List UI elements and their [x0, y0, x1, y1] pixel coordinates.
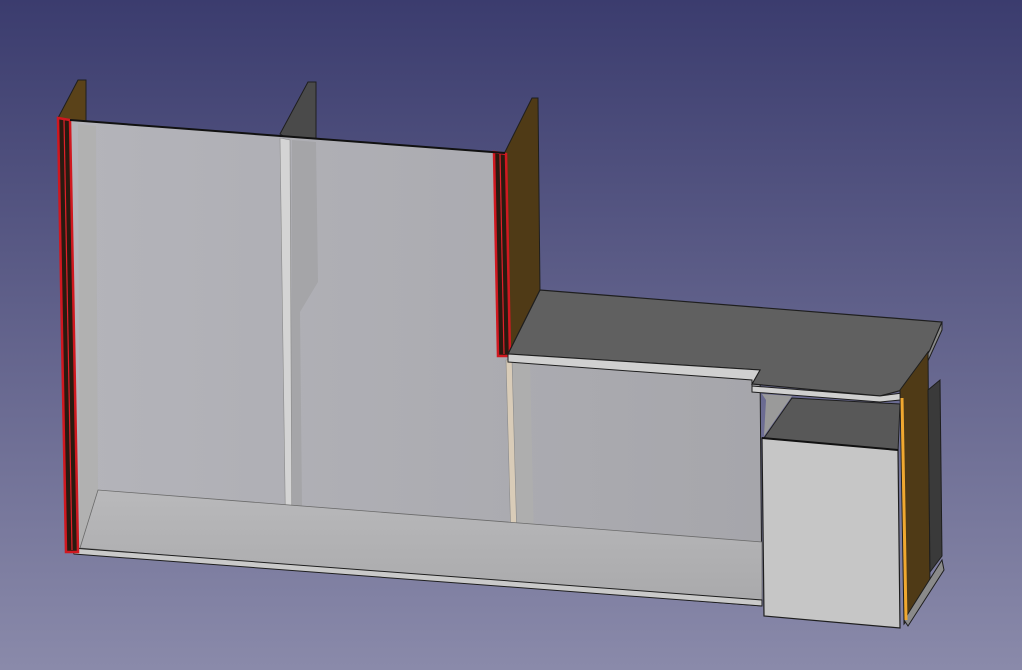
left-panel-inner-face — [78, 124, 98, 548]
desk-outer-back-panel[interactable] — [927, 378, 943, 574]
cabinet-model-scene[interactable] — [0, 0, 1022, 670]
3d-viewport[interactable] — [0, 0, 1022, 670]
drawer-unit-front[interactable] — [761, 437, 901, 629]
